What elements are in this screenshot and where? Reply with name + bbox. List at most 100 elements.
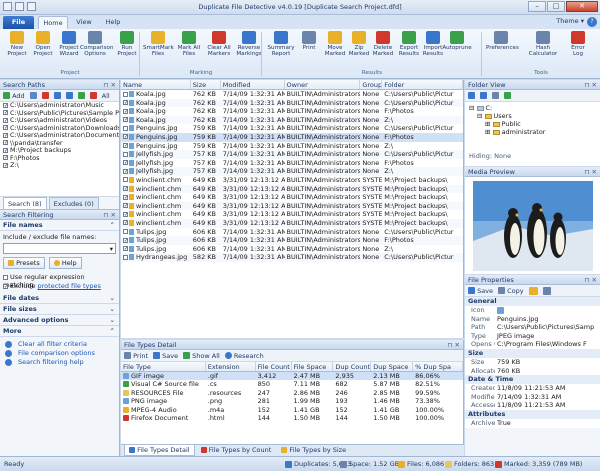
tab-home[interactable]: Home bbox=[38, 16, 68, 29]
col-modified[interactable]: Modified bbox=[221, 80, 285, 89]
tree-node-users[interactable]: ⊟ Users bbox=[465, 112, 600, 120]
ft-print-button[interactable]: Print bbox=[124, 352, 148, 360]
ft-col-dspace[interactable]: Dup Space bbox=[371, 362, 414, 371]
move-down-icon[interactable] bbox=[65, 92, 73, 99]
search-path-item[interactable]: ✓ C:\Users\administrator\Music bbox=[0, 102, 119, 110]
tab-file-types-count[interactable]: File Types by Count bbox=[197, 445, 276, 456]
property-section-title[interactable]: Attributes bbox=[465, 409, 600, 419]
edit-path-icon[interactable] bbox=[29, 92, 37, 99]
checkbox-checked-icon[interactable]: ✓ bbox=[3, 125, 8, 131]
check-all-icon[interactable] bbox=[77, 92, 85, 99]
ft-research-button[interactable]: Research bbox=[224, 352, 264, 360]
file-type-row[interactable]: RESOURCES File .resources 247 2.86 MB 246 2.8… bbox=[121, 389, 463, 397]
checkbox-checked-icon[interactable]: ✓ bbox=[123, 211, 128, 217]
autoprune-button[interactable]: Autoprune bbox=[442, 31, 472, 51]
props-copy-button[interactable]: Copy bbox=[498, 287, 524, 295]
table-row[interactable]: Penguins.jpg 759 KB 7/14/09 1:32:31 AM BUIL… bbox=[121, 124, 463, 133]
col-owner[interactable]: Owner bbox=[285, 80, 361, 89]
table-row[interactable]: Tulips.jpg 606 KB 7/14/09 1:32:31 AM BUILTI… bbox=[121, 228, 463, 237]
remove-all-icon[interactable] bbox=[89, 92, 97, 99]
comparison-options-button[interactable]: Comparison Options bbox=[80, 31, 114, 57]
checkbox-checked-icon[interactable]: ✓ bbox=[123, 220, 128, 226]
table-row[interactable]: ✓ Jellyfish.jpg 757 KB 7/14/09 1:32:31 AM BU… bbox=[121, 167, 463, 176]
file-names-section[interactable]: File names ⌃ bbox=[0, 220, 119, 231]
file-type-row[interactable]: MPEG-4 Audio .m4a 152 1.41 GB 152 1.41 GB 100.… bbox=[121, 406, 463, 414]
table-row[interactable]: winclient.chm 649 KB 3/31/09 12:13:12 AM BU… bbox=[121, 176, 463, 185]
maximize-button[interactable]: □ bbox=[547, 1, 565, 12]
file-sizes-section[interactable]: File sizes ⌄ bbox=[0, 304, 119, 315]
checkbox-checked-icon[interactable]: ✓ bbox=[123, 134, 128, 140]
filter-help-button[interactable]: Help bbox=[48, 257, 82, 269]
props-save-button[interactable]: Save bbox=[468, 287, 493, 295]
filter-icon[interactable] bbox=[492, 92, 499, 99]
advanced-options-section[interactable]: Advanced options ⌄ bbox=[0, 315, 119, 326]
more-section[interactable]: More ⌃ bbox=[0, 326, 119, 337]
file-type-row[interactable]: Visual C# Source file .cs 850 7.11 MB 682 5.8… bbox=[121, 380, 463, 388]
add-path-button[interactable]: Add bbox=[3, 92, 25, 100]
checkbox-checked-icon[interactable]: ✓ bbox=[123, 168, 128, 174]
checkbox-checked-icon[interactable]: ✓ bbox=[123, 246, 128, 252]
tree-node-c[interactable]: ⊟ C: bbox=[465, 104, 600, 112]
checkbox-icon[interactable] bbox=[123, 91, 128, 97]
file-type-row[interactable]: PNG image .png 281 1.99 MB 193 1.46 MB 73.38% bbox=[121, 397, 463, 405]
property-section-title[interactable]: Size bbox=[465, 348, 600, 358]
table-row[interactable]: ✓ winclient.chm 649 KB 3/31/09 12:13:12 AM B… bbox=[121, 201, 463, 211]
list-icon[interactable] bbox=[542, 286, 551, 295]
file-type-row[interactable]: GIF image .gif 3,412 2.47 MB 2,935 2.13 MB 86.… bbox=[121, 372, 463, 381]
table-row[interactable]: ✓ Penguins.jpg 759 KB 7/14/09 1:32:31 AM BUI… bbox=[121, 132, 463, 142]
file-type-row[interactable]: Firefox Document .html 144 1.50 MB 144 1.50 M… bbox=[121, 414, 463, 422]
pin-icon[interactable]: ⊓ ✕ bbox=[447, 340, 460, 350]
help-icon[interactable]: ? bbox=[587, 17, 597, 27]
col-name[interactable]: Name bbox=[121, 80, 191, 89]
tab-help[interactable]: Help bbox=[100, 16, 126, 29]
ft-col-ext[interactable]: Extension bbox=[206, 362, 256, 371]
protected-types-link[interactable]: protected file types bbox=[38, 282, 101, 290]
tree-node-administrator[interactable]: ⊞ administrator bbox=[465, 128, 600, 136]
table-row[interactable]: ✓ winclient.chm 649 KB 3/31/09 12:13:12 AM B… bbox=[121, 210, 463, 219]
summary-report-button[interactable]: Summary Report bbox=[266, 31, 296, 57]
search-path-item[interactable]: ✓ Z:\ bbox=[0, 162, 119, 170]
collapse-icon[interactable] bbox=[480, 92, 487, 99]
search-path-item[interactable]: ✓ \\panda\transfer bbox=[0, 140, 119, 148]
table-row[interactable]: ✓ Jellyfish.jpg 757 KB 7/14/09 1:32:31 AM BU… bbox=[121, 159, 463, 168]
hash-calculator-button[interactable]: Hash Calculator bbox=[528, 31, 558, 57]
presets-button[interactable]: Presets bbox=[3, 257, 45, 269]
checkbox-icon[interactable] bbox=[123, 177, 128, 183]
tab-file-types-size[interactable]: File Types by Size bbox=[277, 445, 350, 456]
search-path-item[interactable]: ✓ F:\Photos bbox=[0, 155, 119, 163]
checkbox-checked-icon[interactable]: ✓ bbox=[3, 147, 8, 153]
checkbox-checked-icon[interactable]: ✓ bbox=[123, 100, 128, 106]
checkbox-checked-icon[interactable]: ✓ bbox=[123, 194, 128, 200]
tab-view[interactable]: View bbox=[71, 16, 97, 29]
smartmark-button[interactable]: SmartMark Files bbox=[143, 31, 174, 57]
run-project-button[interactable]: Run Project bbox=[112, 31, 142, 57]
checkbox-icon[interactable] bbox=[123, 254, 128, 260]
search-path-item[interactable]: ✓ C:\Users\administrator\Downloads bbox=[0, 125, 119, 133]
expand-icon[interactable] bbox=[468, 92, 475, 99]
use-regex-checkbox[interactable]: Use regular expression matching bbox=[3, 273, 116, 289]
reverse-markings-button[interactable]: Reverse Markings bbox=[234, 31, 264, 57]
ft-col-dcount[interactable]: Dup Count bbox=[333, 362, 372, 371]
tab-file[interactable]: File bbox=[3, 16, 34, 29]
table-row[interactable]: ✓ Koala.jpg 762 KB 7/14/09 1:32:31 AM BUILTI… bbox=[121, 115, 463, 125]
property-section-title[interactable]: Date & Time bbox=[465, 375, 600, 385]
col-group[interactable]: Group bbox=[360, 80, 383, 89]
tab-search[interactable]: Search (8) bbox=[3, 197, 47, 209]
ft-col-count[interactable]: File Count bbox=[256, 362, 292, 371]
search-path-item[interactable]: ✓ M:\Project backups bbox=[0, 147, 119, 155]
clear-filters-link[interactable]: Clear all filter criteria bbox=[0, 340, 119, 349]
table-row[interactable]: ✓ Tulips.jpg 606 KB 7/14/09 1:32:31 AM BUILT… bbox=[121, 236, 463, 245]
search-path-item[interactable]: ✓ C:\Users\administrator\Documents bbox=[0, 132, 119, 140]
error-log-button[interactable]: Error Log bbox=[563, 31, 593, 57]
comparison-options-link[interactable]: File comparison options bbox=[0, 349, 119, 358]
minimize-button[interactable]: – bbox=[528, 1, 546, 12]
table-row[interactable]: Jellyfish.jpg 757 KB 7/14/09 1:32:31 AM BUI… bbox=[121, 150, 463, 159]
checkbox-icon[interactable] bbox=[123, 229, 128, 234]
checkbox-checked-icon[interactable]: ✓ bbox=[123, 117, 128, 123]
ft-col-space[interactable]: File Space bbox=[292, 362, 334, 371]
pin-icon[interactable]: ⊓ ✕ bbox=[584, 167, 597, 177]
checkbox-checked-icon[interactable]: ✓ bbox=[3, 117, 8, 123]
table-row[interactable]: ✓ Penguins.jpg 759 KB 7/14/09 1:32:31 AM BUI… bbox=[121, 142, 463, 151]
table-row[interactable]: ✓ Koala.jpg 762 KB 7/14/09 1:32:31 AM BUILTI… bbox=[121, 107, 463, 116]
col-size[interactable]: Size bbox=[191, 80, 221, 89]
